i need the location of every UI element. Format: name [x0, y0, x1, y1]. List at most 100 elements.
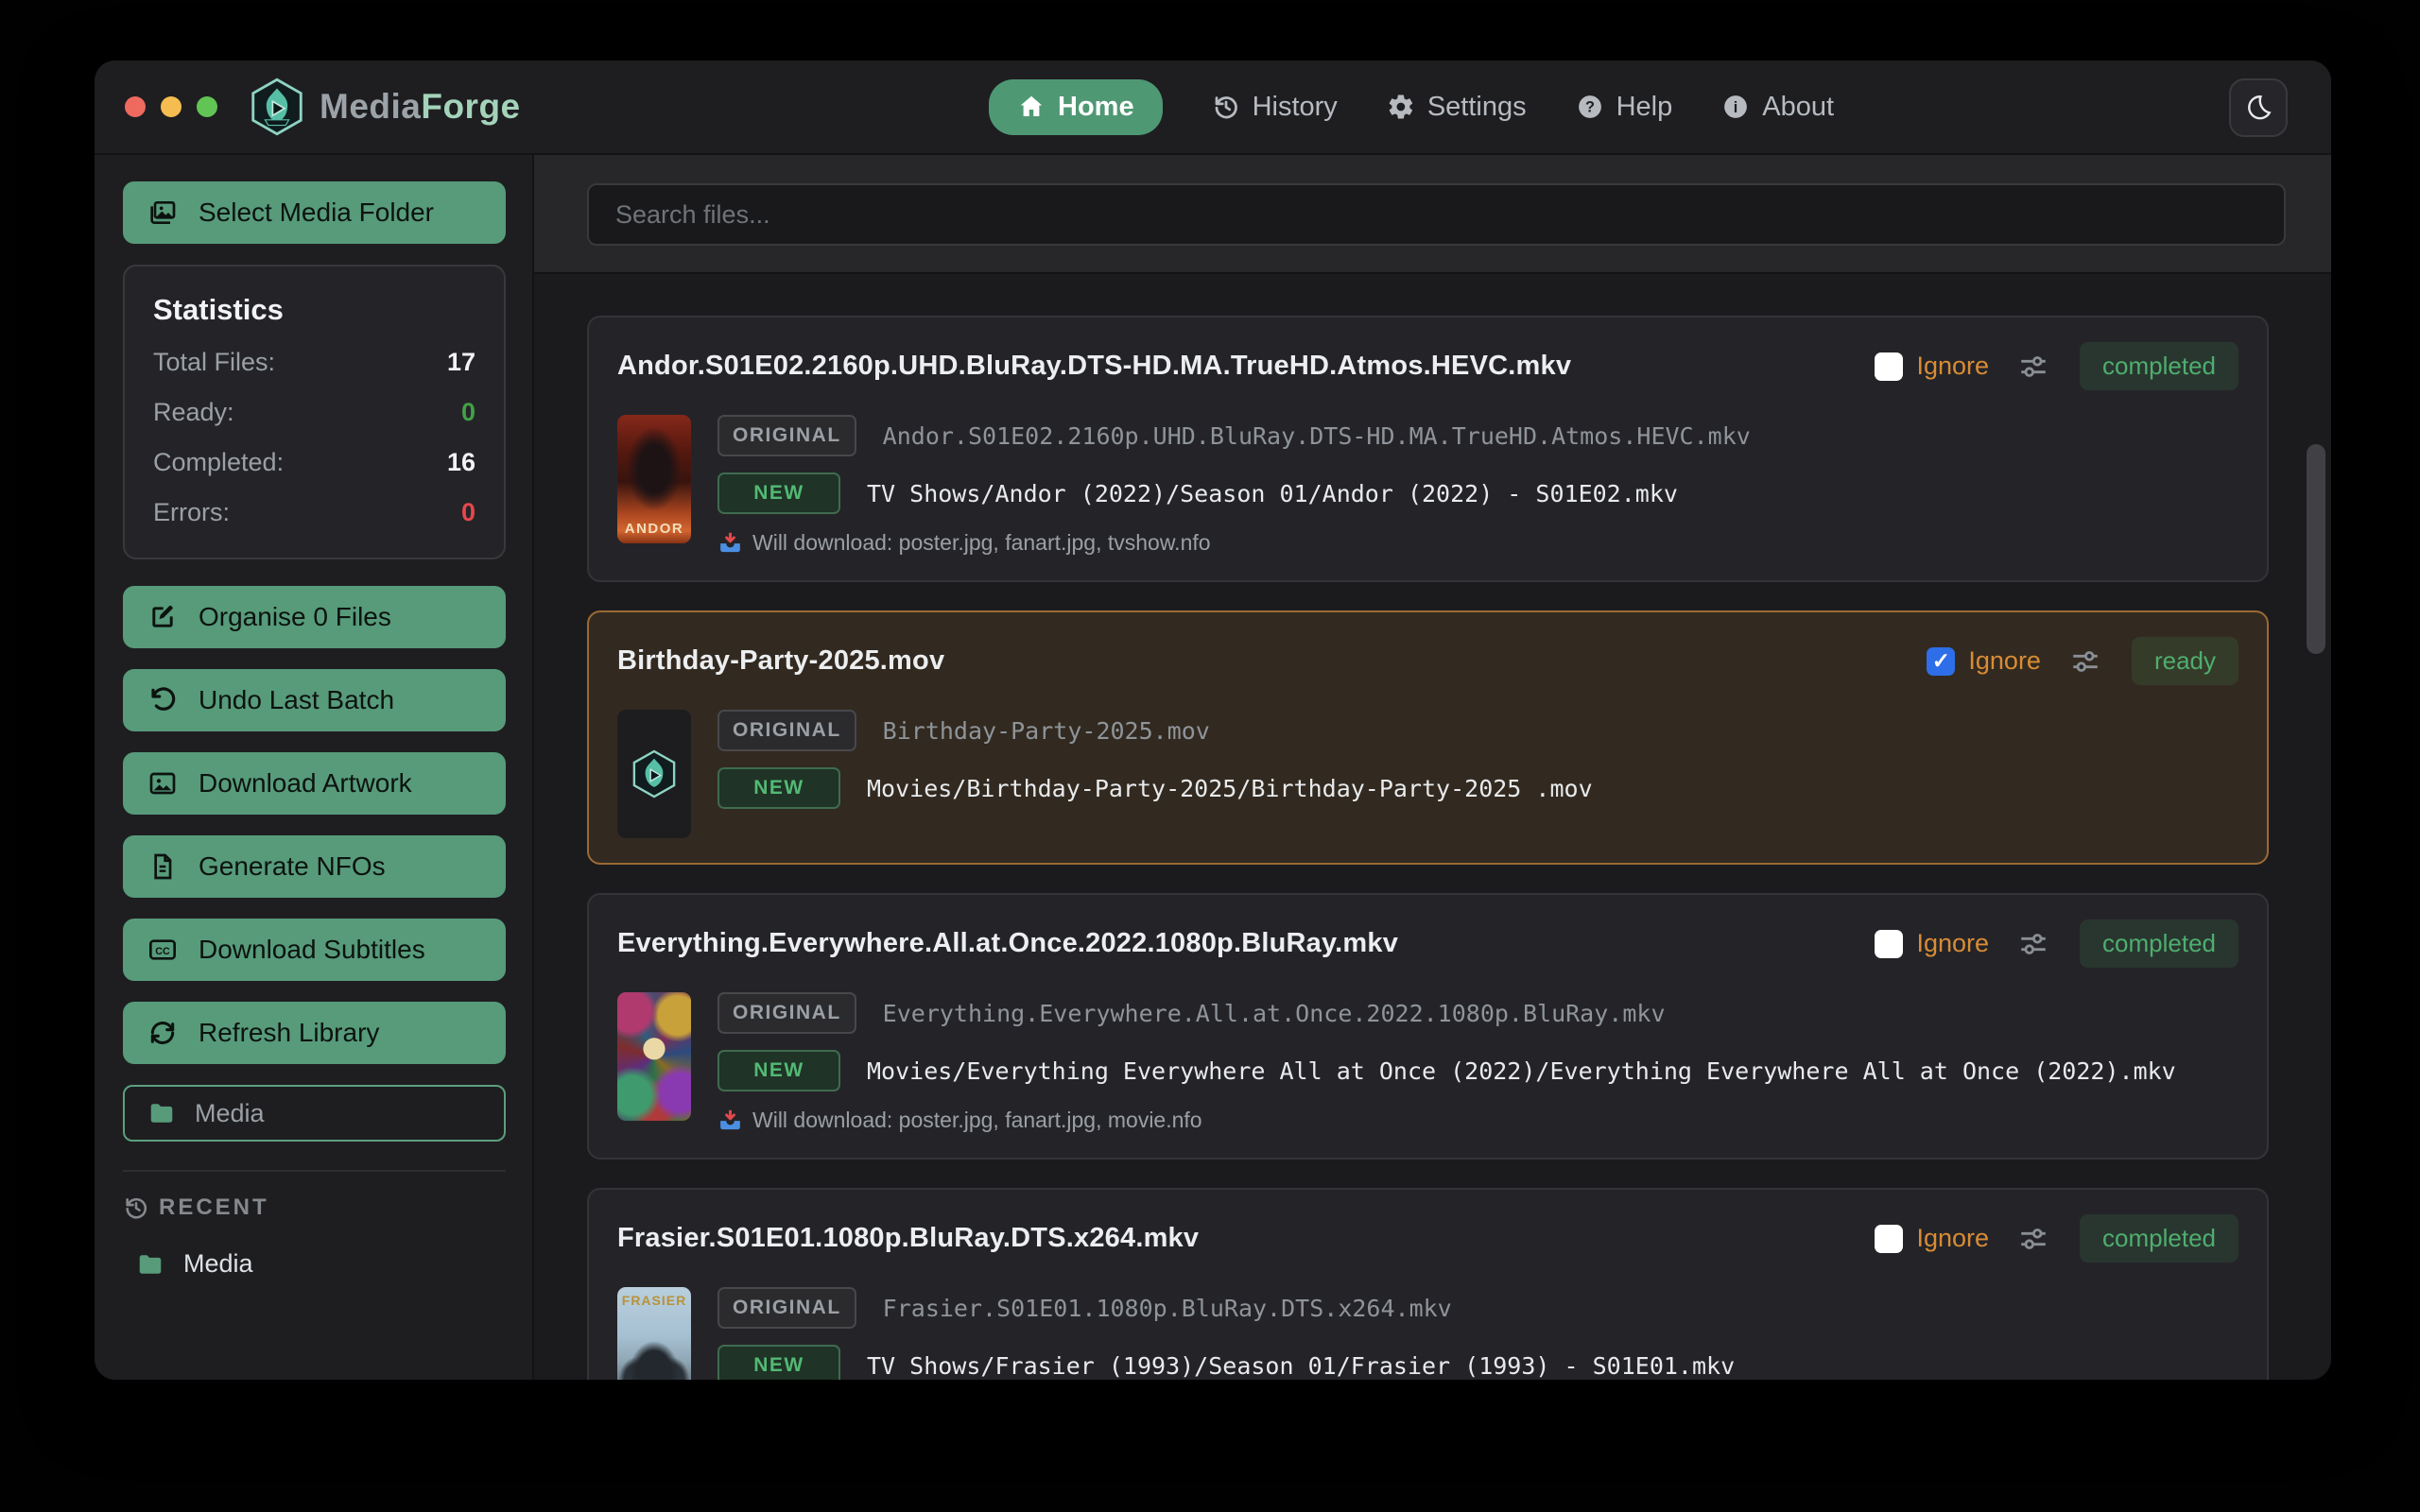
minimize-window-button[interactable] [161, 96, 182, 117]
poster-thumbnail [617, 710, 691, 838]
new-path-row: NEW TV Shows/Frasier (1993)/Season 01/Fr… [717, 1345, 2238, 1380]
ignore-label: Ignore [1968, 646, 2041, 675]
sidebar: Select Media Folder Statistics Total Fil… [95, 155, 534, 1380]
poster-thumbnail [617, 992, 691, 1121]
download-tray-icon [720, 532, 740, 553]
scrollbar-thumb[interactable] [2307, 444, 2325, 654]
file-title: Everything.Everywhere.All.at.Once.2022.1… [617, 928, 1399, 958]
home-icon [1020, 95, 1043, 116]
poster-thumbnail: ANDOR [617, 415, 691, 543]
new-path: TV Shows/Frasier (1993)/Season 01/Frasie… [867, 1351, 1736, 1380]
stat-errors: Errors: 0 [153, 498, 475, 526]
will-download-row: Will download: poster.jpg, fanart.jpg, t… [717, 530, 2238, 556]
help-icon: ? [1578, 95, 1601, 118]
ignore-label: Ignore [1916, 1224, 1990, 1252]
ignore-label: Ignore [1916, 352, 1990, 380]
close-window-button[interactable] [125, 96, 146, 117]
app-window: MediaForge Home History Settings ? Help … [95, 60, 2331, 1380]
cc-icon: CC [149, 939, 176, 960]
stat-total-files: Total Files: 17 [153, 348, 475, 376]
organise-files-button[interactable]: Organise 0 Files [123, 586, 506, 648]
generate-nfos-button[interactable]: Generate NFOs [123, 835, 506, 898]
ignore-checkbox[interactable]: ✓ [1875, 929, 1904, 958]
original-path: Birthday-Party-2025.mov [882, 716, 1210, 745]
statistics-title: Statistics [153, 293, 284, 326]
original-path: Frasier.S01E01.1080p.BluRay.DTS.x264.mkv [882, 1294, 1452, 1322]
svg-text:?: ? [1585, 99, 1595, 116]
app-title: MediaForge [320, 87, 521, 126]
new-tag: NEW [717, 1345, 840, 1380]
folder-image-icon [150, 201, 176, 224]
ignore-checkbox[interactable]: ✓ [1875, 1224, 1904, 1253]
original-path-row: ORIGINAL Birthday-Party-2025.mov [717, 710, 2238, 751]
sliders-icon[interactable] [2069, 645, 2101, 678]
file-card-controls: ✓ Ignore completed [1875, 1214, 2238, 1263]
ignore-checkbox[interactable]: ✓ [1875, 352, 1904, 381]
will-download-text: Will download: poster.jpg, fanart.jpg, m… [752, 1108, 1202, 1132]
theme-toggle-button[interactable] [2229, 78, 2288, 137]
stat-completed: Completed: 16 [153, 448, 475, 476]
refresh-library-button[interactable]: Refresh Library [123, 1002, 506, 1064]
file-card-header: Andor.S01E02.2160p.UHD.BluRay.DTS-HD.MA.… [617, 342, 2238, 390]
file-card: Birthday-Party-2025.mov ✓ Ignore ready O… [587, 610, 2269, 865]
ignore-checkbox[interactable]: ✓ [1927, 646, 1956, 676]
checkmark-icon: ✓ [1931, 648, 1951, 673]
poster-title-text: FRASIER [621, 1293, 687, 1308]
file-list: Andor.S01E02.2160p.UHD.BluRay.DTS-HD.MA.… [534, 274, 2331, 1380]
poster-thumbnail: FRASIER [617, 1287, 691, 1380]
folder-icon [139, 1254, 162, 1274]
file-paths: ORIGINAL Everything.Everywhere.All.at.On… [717, 992, 2238, 1133]
edit-icon [152, 605, 174, 627]
file-card-controls: ✓ Ignore ready [1927, 637, 2238, 685]
original-path-row: ORIGINAL Andor.S01E02.2160p.UHD.BluRay.D… [717, 415, 2238, 456]
recent-item-media[interactable]: Media [123, 1249, 506, 1279]
select-media-folder-button[interactable]: Select Media Folder [123, 181, 506, 244]
file-card: Frasier.S01E01.1080p.BluRay.DTS.x264.mkv… [587, 1188, 2269, 1380]
file-title: Birthday-Party-2025.mov [617, 645, 945, 676]
undo-last-batch-button[interactable]: Undo Last Batch [123, 669, 506, 731]
file-card-body: FRASIER ORIGINAL Frasier.S01E01.1080p.Bl… [617, 1287, 2238, 1380]
recent-section-header: RECENT [123, 1194, 506, 1221]
media-folder-button[interactable]: Media [123, 1085, 506, 1142]
sliders-icon[interactable] [2017, 1223, 2049, 1255]
original-tag: ORIGINAL [717, 415, 856, 456]
nav-item-help[interactable]: ? Help [1576, 92, 1672, 123]
new-path: TV Shows/Andor (2022)/Season 01/Andor (2… [867, 479, 1678, 507]
maximize-window-button[interactable] [197, 96, 217, 117]
nav-item-history[interactable]: History [1212, 92, 1338, 123]
file-paths: ORIGINAL Andor.S01E02.2160p.UHD.BluRay.D… [717, 415, 2238, 556]
recent-clock-icon [126, 1197, 147, 1219]
titlebar: MediaForge Home History Settings ? Help … [95, 60, 2331, 155]
sidebar-divider [123, 1170, 506, 1172]
nav-item-about[interactable]: i About [1721, 92, 1834, 123]
file-card-header: Birthday-Party-2025.mov ✓ Ignore ready [617, 637, 2238, 685]
nav-item-settings[interactable]: Settings [1387, 92, 1527, 123]
sliders-icon[interactable] [2017, 928, 2049, 960]
poster-title-text: ANDOR [624, 521, 684, 537]
file-card: Everything.Everywhere.All.at.Once.2022.1… [587, 893, 2269, 1160]
file-card: Andor.S01E02.2160p.UHD.BluRay.DTS-HD.MA.… [587, 316, 2269, 582]
original-path: Andor.S01E02.2160p.UHD.BluRay.DTS-HD.MA.… [882, 421, 1751, 450]
file-card-body: ANDOR ORIGINAL Andor.S01E02.2160p.UHD.Bl… [617, 415, 2238, 556]
file-card-header: Frasier.S01E01.1080p.BluRay.DTS.x264.mkv… [617, 1214, 2238, 1263]
nav-item-home[interactable]: Home [989, 78, 1163, 135]
file-card-controls: ✓ Ignore completed [1875, 342, 2238, 390]
search-bar-container [534, 155, 2331, 274]
file-card-body: ORIGINAL Everything.Everywhere.All.at.On… [617, 992, 2238, 1133]
mediaforge-logo-icon [251, 77, 302, 136]
download-subtitles-button[interactable]: CC Download Subtitles [123, 919, 506, 981]
new-path-row: NEW Movies/Birthday-Party-2025/Birthday-… [717, 767, 2238, 809]
new-tag: NEW [717, 767, 840, 809]
app-logo: MediaForge [250, 77, 521, 136]
folder-icon [150, 1104, 173, 1123]
status-badge: completed [2080, 342, 2238, 390]
original-path-row: ORIGINAL Frasier.S01E01.1080p.BluRay.DTS… [717, 1287, 2238, 1329]
new-path: Movies/Birthday-Party-2025/Birthday-Part… [867, 774, 1593, 802]
image-icon [149, 772, 176, 795]
new-tag: NEW [717, 472, 840, 514]
search-input[interactable] [587, 183, 2286, 246]
download-artwork-button[interactable]: Download Artwork [123, 752, 506, 815]
file-paths: ORIGINAL Birthday-Party-2025.mov NEW Mov… [717, 710, 2238, 838]
sliders-icon[interactable] [2017, 351, 2049, 383]
original-path-row: ORIGINAL Everything.Everywhere.All.at.On… [717, 992, 2238, 1034]
